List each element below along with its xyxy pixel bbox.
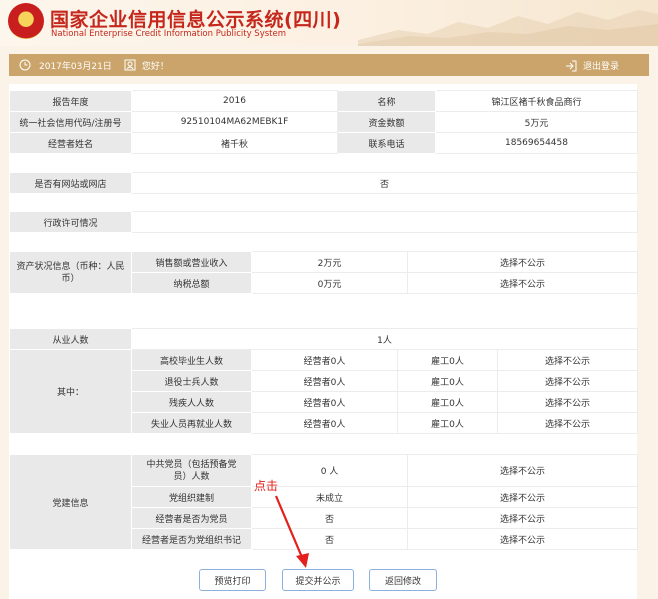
national-emblem-icon — [8, 3, 44, 39]
party-item: 中共党员（包括预备党员）人数 — [131, 454, 252, 487]
employees-sub-label: 其中： — [9, 349, 132, 434]
employee-count: 雇工0人 — [397, 349, 498, 371]
website-label: 是否有网站或网店 — [9, 172, 132, 194]
submit-publicize-button[interactable]: 提交并公示 — [282, 569, 354, 591]
user-icon — [124, 59, 136, 71]
party-publicity: 选择不公示 — [407, 528, 638, 550]
current-date: 2017年03月21日 — [39, 61, 112, 72]
capital-value: 5万元 — [435, 111, 638, 133]
annotation-arrow-icon — [274, 495, 309, 568]
year-label: 报告年度 — [9, 90, 132, 112]
assets-item: 纳税总额 — [131, 272, 252, 294]
license-label: 行政许可情况 — [9, 211, 132, 233]
operator-label: 经营者姓名 — [9, 132, 132, 154]
party-publicity: 选择不公示 — [407, 454, 638, 487]
employee-count: 雇工0人 — [397, 391, 498, 413]
employee-publicity: 选择不公示 — [496, 349, 639, 371]
website-table: 是否有网站或网店 否 — [9, 172, 638, 194]
assets-table: 资产状况信息（币种：人民币） 销售额或营业收入 2万元 选择不公示 纳税总额 0… — [9, 251, 638, 294]
phone-label: 联系电话 — [337, 132, 436, 154]
employee-category: 高校毕业生人数 — [131, 349, 252, 371]
greeting-text: 您好！ — [141, 61, 169, 72]
assets-value: 2万元 — [251, 251, 408, 273]
credit-code-value: 92510104MA62MEBK1F — [131, 111, 338, 133]
party-item: 经营者是否为党组织书记 — [131, 528, 252, 550]
website-value: 否 — [131, 172, 638, 194]
assets-value: 0万元 — [251, 272, 408, 294]
employee-category: 失业人员再就业人数 — [131, 412, 252, 434]
employees-value: 1人 — [130, 328, 639, 350]
operator-count: 经营者0人 — [251, 391, 398, 413]
party-item: 经营者是否为党员 — [131, 507, 252, 529]
page-header: 国家企业信用信息公示系统(四川) National Enterprise Cre… — [0, 0, 658, 46]
great-wall-decoration — [358, 10, 658, 46]
operator-count: 经营者0人 — [251, 412, 398, 434]
site-title: 国家企业信用信息公示系统(四川) — [50, 9, 342, 31]
assets-label: 资产状况信息（币种：人民币） — [9, 251, 132, 294]
employees-label: 从业人数 — [9, 328, 132, 350]
logout-label: 退出登录 — [582, 62, 619, 72]
back-edit-button[interactable]: 返回修改 — [369, 569, 437, 591]
phone-value: 18569654458 — [435, 132, 638, 154]
clock-icon — [19, 59, 31, 71]
employee-publicity: 选择不公示 — [496, 412, 639, 434]
party-publicity: 选择不公示 — [407, 507, 638, 529]
employees-table: 从业人数 1人 其中： 高校毕业生人数 经营者0人 雇工0人 选择不公示 退役士… — [9, 328, 639, 434]
user-info-bar: 2017年03月21日 您好！ 退出登录 — [9, 54, 649, 76]
license-table: 行政许可情况 — [9, 211, 638, 233]
capital-label: 资金数额 — [337, 111, 436, 133]
employee-category: 残疾人人数 — [131, 391, 252, 413]
logout-icon — [565, 60, 577, 71]
employee-category: 退役士兵人数 — [131, 370, 252, 392]
assets-item: 销售额或营业收入 — [131, 251, 252, 273]
employee-publicity: 选择不公示 — [496, 391, 639, 413]
party-item: 党组织建制 — [131, 486, 252, 508]
party-publicity: 选择不公示 — [407, 486, 638, 508]
operator-value: 褚千秋 — [131, 132, 338, 154]
site-subtitle: National Enterprise Credit Information P… — [51, 29, 286, 39]
employee-count: 雇工0人 — [397, 370, 498, 392]
operator-count: 经营者0人 — [251, 349, 398, 371]
name-label: 名称 — [337, 90, 436, 112]
name-value: 锦江区褚千秋食品商行 — [435, 90, 638, 112]
preview-print-button[interactable]: 预览打印 — [199, 569, 266, 591]
assets-publicity: 选择不公示 — [407, 251, 638, 273]
logout-button[interactable]: 退出登录 — [565, 59, 619, 72]
operator-count: 经营者0人 — [251, 370, 398, 392]
employee-count: 雇工0人 — [397, 412, 498, 434]
license-value — [131, 211, 638, 233]
party-label: 党建信息 — [9, 454, 132, 550]
credit-code-label: 统一社会信用代码/注册号 — [9, 111, 132, 133]
year-value: 2016 — [131, 90, 338, 112]
employee-publicity: 选择不公示 — [496, 370, 639, 392]
assets-publicity: 选择不公示 — [407, 272, 638, 294]
basic-info-table: 报告年度 2016 名称 锦江区褚千秋食品商行 统一社会信用代码/注册号 925… — [9, 90, 638, 154]
